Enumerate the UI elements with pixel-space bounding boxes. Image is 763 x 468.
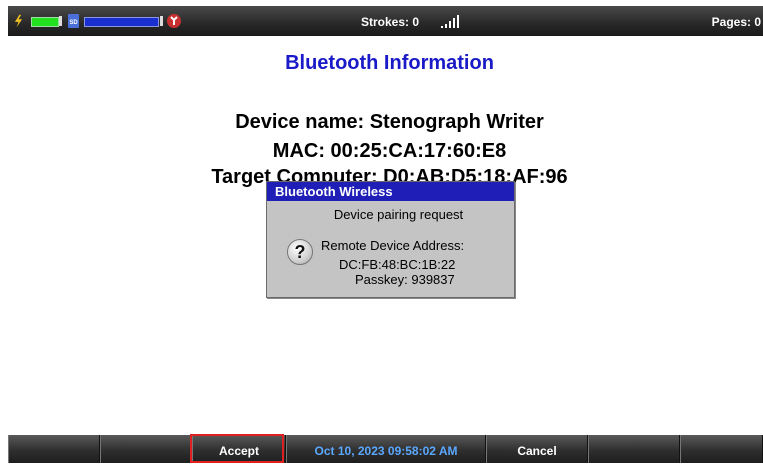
device-name: Device name: Stenograph Writer — [235, 111, 544, 133]
storage-level-bar — [84, 17, 159, 27]
battery-icon — [14, 14, 23, 28]
remote-device-address: DC:FB:48:BC:1B:22 — [339, 257, 456, 272]
passkey: Passkey: 939837 — [355, 272, 455, 287]
storage-bar-cap — [160, 16, 163, 26]
pairing-dialog: Bluetooth Wireless Device pairing reques… — [266, 181, 515, 298]
date-time: Oct 10, 2023 09:58:02 AM — [286, 435, 486, 463]
mac-address: MAC: 00:25:CA:17:60:E8 — [272, 140, 507, 162]
wrench-icon[interactable] — [166, 13, 182, 29]
softkey-1[interactable] — [8, 435, 100, 463]
softkey-2[interactable] — [100, 435, 192, 463]
status-bar: SD Strokes: 0 Pages: 0 — [8, 6, 763, 36]
accept-button[interactable]: Accept — [192, 435, 286, 463]
storage-sd-icon: SD — [68, 14, 79, 28]
strokes-count: Strokes: 0 — [361, 15, 420, 29]
battery-level-bar — [31, 17, 59, 27]
pairing-request-text: Device pairing request — [333, 207, 464, 222]
battery-bar-cap — [59, 16, 62, 26]
pages-count: Pages: 0 — [711, 15, 761, 29]
cancel-button[interactable]: Cancel — [486, 435, 588, 463]
softkey-bar: Accept Oct 10, 2023 09:58:02 AM Cancel — [8, 435, 763, 463]
remote-device-label: Remote Device Address: — [321, 238, 465, 253]
question-icon: ? — [287, 239, 313, 265]
page-title: Bluetooth Information — [285, 52, 494, 74]
sd-label: SD — [69, 20, 78, 26]
softkey-8[interactable] — [680, 435, 763, 463]
dialog-title: Bluetooth Wireless — [267, 182, 514, 201]
softkey-7[interactable] — [588, 435, 680, 463]
signal-strength-icon — [441, 15, 459, 28]
